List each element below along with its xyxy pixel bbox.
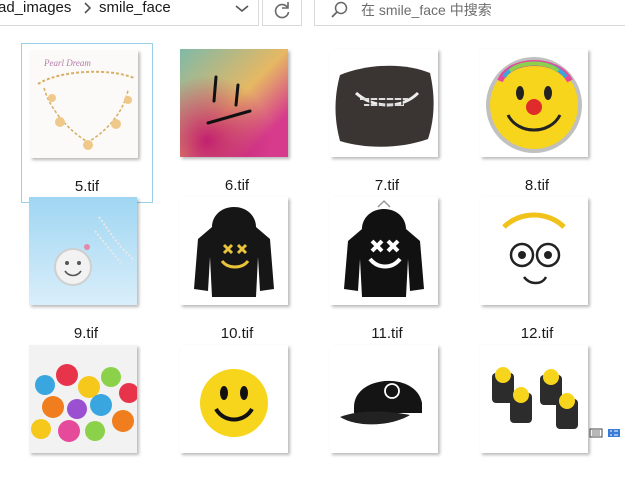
search-field[interactable]: 在 smile_face 中搜索 — [314, 0, 625, 26]
thumbnail-hoodie-yellow — [180, 197, 288, 305]
file-item-8[interactable]: 8.tif — [472, 43, 602, 201]
address-bar[interactable]: ad_images smile_face — [0, 0, 259, 26]
thumbnail-pendant — [29, 197, 137, 305]
file-item-5[interactable]: Pearl Dream 5.tif — [21, 43, 153, 203]
breadcrumb-parent[interactable]: ad_images — [0, 0, 71, 18]
thumbnail-cap — [330, 345, 438, 453]
thumbnail-angel-face — [480, 197, 588, 305]
file-item-9[interactable]: 9.tif — [21, 191, 151, 349]
thumbnail-hoodie-white — [330, 197, 438, 305]
address-toolbar: ad_images smile_face 在 smile_face 中搜索 — [0, 0, 625, 32]
view-toggle-icon[interactable] — [586, 428, 625, 438]
thumbnail-valve-caps — [480, 345, 588, 453]
file-item-6[interactable]: 6.tif — [172, 43, 302, 201]
file-item-valve-caps[interactable] — [472, 339, 602, 497]
refresh-icon — [274, 2, 290, 19]
file-item-11[interactable]: 11.tif — [322, 191, 452, 349]
svg-text:Pearl Dream: Pearl Dream — [43, 58, 91, 68]
thumbnail-buttons — [29, 345, 137, 453]
search-icon — [331, 1, 348, 18]
file-item-12[interactable]: 12.tif — [472, 191, 602, 349]
chevron-down-icon[interactable] — [231, 0, 253, 18]
file-item-7[interactable]: 7.tif — [322, 43, 452, 201]
thumbnail-pillow — [330, 49, 438, 157]
refresh-button[interactable] — [262, 0, 302, 26]
chevron-right-icon[interactable] — [82, 0, 94, 17]
thumbnail-bracelet: Pearl Dream — [30, 50, 138, 158]
breadcrumb-current[interactable]: smile_face — [99, 0, 171, 18]
file-item-10[interactable]: 10.tif — [172, 191, 302, 349]
file-grid: Pearl Dream 5.tif 6.tif 7.tif 8.tif 9.ti… — [0, 32, 625, 453]
file-item-cap[interactable] — [322, 339, 452, 497]
thumbnail-balloon — [480, 49, 588, 157]
file-item-yellow-ball[interactable] — [172, 339, 302, 497]
thumbnail-gradient-face — [180, 49, 288, 157]
search-input[interactable]: 在 smile_face 中搜索 — [361, 0, 492, 20]
file-item-buttons[interactable] — [21, 339, 151, 497]
thumbnail-yellow-ball — [180, 345, 288, 453]
